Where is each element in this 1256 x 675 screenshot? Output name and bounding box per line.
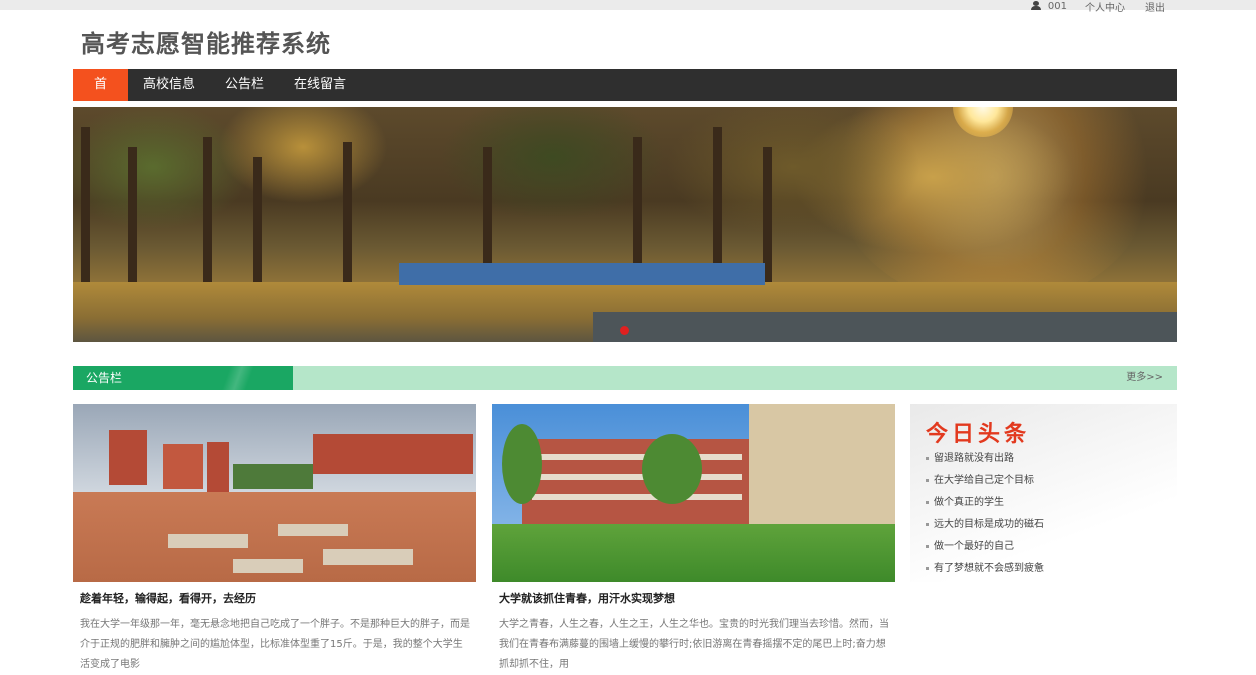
article-card[interactable]: 趁着年轻，输得起，看得开，去经历 我在大学一年级那一年，毫无悬念地把自己吃成了一… xyxy=(73,404,476,675)
headlines-title: 今日头条 xyxy=(926,421,1031,447)
banner-fence xyxy=(399,263,765,285)
banner-carousel[interactable] xyxy=(73,107,1177,342)
headlines-list: 留退路就没有出路 在大学给自己定个目标 做个真正的学生 远大的目标是成功的磁石 … xyxy=(926,451,1044,583)
article-image[interactable] xyxy=(492,404,895,582)
nav-item-home[interactable]: 首页 xyxy=(73,69,128,124)
more-link[interactable]: 更多>> xyxy=(1126,366,1163,390)
user-bar: 001 个人中心 退出 xyxy=(1030,0,1165,14)
article-title[interactable]: 趁着年轻，输得起，看得开，去经历 xyxy=(80,590,476,606)
headline-item[interactable]: 做一个最好的自己 xyxy=(926,539,1044,561)
article-card[interactable]: 大学就该抓住青春，用汗水实现梦想 大学之青春，人生之春，人生之王，人生之华也。宝… xyxy=(492,404,895,675)
nav-item-messages[interactable]: 在线留言 xyxy=(279,69,361,101)
headline-item[interactable]: 在大学给自己定个目标 xyxy=(926,473,1044,495)
nav-item-notices[interactable]: 公告栏 xyxy=(210,69,279,101)
bullet-icon xyxy=(926,500,929,504)
bullet-icon xyxy=(926,478,929,482)
banner-court xyxy=(593,312,1177,342)
bullet-icon xyxy=(926,522,929,526)
headline-item[interactable]: 做个真正的学生 xyxy=(926,495,1044,517)
bullet-icon xyxy=(926,456,929,460)
nav-item-universities[interactable]: 高校信息 xyxy=(128,69,210,101)
bullet-icon xyxy=(926,544,929,548)
user-icon xyxy=(1030,1,1042,11)
headline-item[interactable]: 有了梦想就不会感到疲惫 xyxy=(926,561,1044,583)
headlines-panel: 今日头条 留退路就没有出路 在大学给自己定个目标 做个真正的学生 远大的目标是成… xyxy=(910,404,1177,582)
notice-tab: 公告栏 xyxy=(73,366,293,390)
article-title[interactable]: 大学就该抓住青春，用汗水实现梦想 xyxy=(499,590,895,606)
slide-dot[interactable] xyxy=(620,326,629,335)
logout-link[interactable]: 退出 xyxy=(1145,0,1165,14)
bullet-icon xyxy=(926,566,929,570)
headline-item[interactable]: 留退路就没有出路 xyxy=(926,451,1044,473)
article-image[interactable] xyxy=(73,404,476,582)
site-title: 高考志愿智能推荐系统 xyxy=(81,30,331,58)
notice-section-header: 公告栏 更多>> xyxy=(73,366,1177,390)
article-summary: 大学之青春，人生之春，人生之王，人生之华也。宝贵的时光我们理当去珍惜。然而，当我… xyxy=(499,619,889,670)
headline-item[interactable]: 远大的目标是成功的磁石 xyxy=(926,517,1044,539)
banner-trees xyxy=(73,107,1177,267)
article-summary: 我在大学一年级那一年，毫无悬念地把自己吃成了一个胖子。不是那种巨大的胖子，而是介… xyxy=(80,619,470,670)
username: 001 xyxy=(1047,0,1067,12)
main-nav: 首页 高校信息 公告栏 在线留言 xyxy=(73,69,1177,124)
profile-link[interactable]: 个人中心 xyxy=(1085,0,1125,14)
notice-section-title: 公告栏 xyxy=(86,371,123,385)
